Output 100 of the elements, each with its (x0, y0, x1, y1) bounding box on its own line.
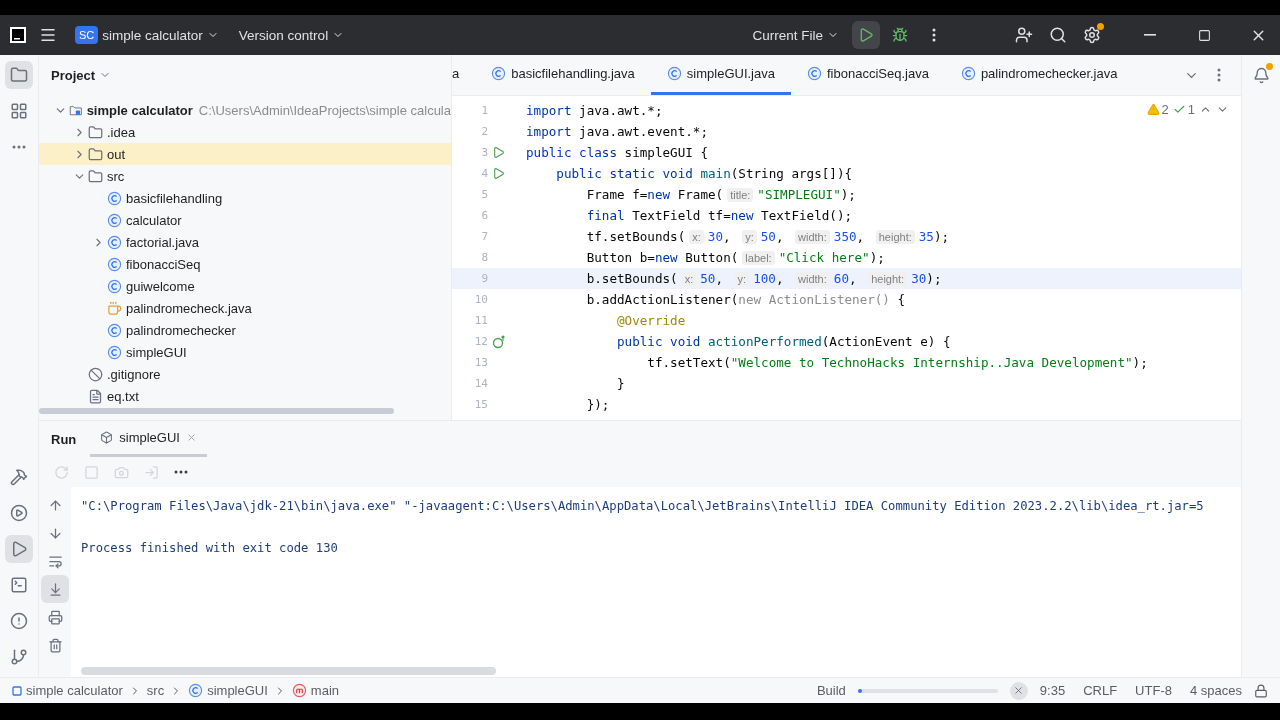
menu-icon (39, 26, 57, 44)
minimize-icon (1144, 34, 1156, 36)
tree-label: simpleGUI (126, 344, 187, 360)
tree-row[interactable]: guiwelcome (39, 275, 451, 297)
run-button[interactable] (852, 21, 880, 49)
tree-label: .gitignore (107, 366, 161, 382)
line-number: 12 (473, 335, 488, 348)
tree-row[interactable]: out (39, 143, 451, 165)
class-icon (806, 66, 822, 81)
line-ending[interactable]: CRLF (1077, 683, 1124, 698)
code-text: tf.setBounds( x: 30, y: 50, width: 350, height: 35); (585, 229, 950, 244)
tree-label: src (107, 168, 125, 184)
tree-label: fibonacciSeq (126, 256, 201, 272)
file-encoding[interactable]: UTF-8 (1129, 683, 1178, 698)
cup-icon (107, 300, 122, 316)
breadcrumb[interactable]: main (291, 683, 340, 698)
settings-icon (1083, 26, 1101, 44)
project-name: simple calculator (102, 27, 203, 43)
override-marker-icon[interactable] (492, 334, 506, 349)
project-path: C:\Users\Admin\IdeaProjects\simple calcula (198, 102, 451, 118)
editor-tab[interactable]: simpleGUI.java (650, 55, 791, 95)
folder-icon (10, 66, 28, 84)
line-number: 6 (480, 209, 488, 222)
project-selector[interactable]: SC simple calculator (68, 21, 226, 49)
run-gutter-icon[interactable] (492, 167, 505, 180)
code-text: @Override (616, 313, 686, 328)
panel-title[interactable]: Run (51, 421, 77, 457)
scroll-to-end-button[interactable] (41, 575, 69, 603)
line-number: 13 (473, 356, 488, 369)
tree-row[interactable]: simpleGUI (39, 341, 451, 363)
close-icon (1013, 685, 1025, 696)
code-text: b.setBounds( x: 50, y: 100, width: 60, height: 30); (585, 271, 942, 286)
caret-position[interactable]: 9:35 (1033, 683, 1072, 698)
code-text: b.addActionListener(new ActionListener() { (585, 292, 906, 307)
scrollbar[interactable] (39, 408, 394, 414)
tree-label: factorial.java (126, 234, 199, 250)
tree-row[interactable]: eq.txt (39, 385, 451, 407)
tree-row[interactable]: simple calculator C:\Users\Admin\IdeaProjects\simple calcula (39, 99, 451, 121)
text-file-icon (88, 388, 103, 404)
run-config-label: Current File (752, 27, 823, 43)
app-logo[interactable] (8, 25, 28, 45)
run-gutter-icon[interactable] (492, 146, 505, 159)
play-icon (858, 27, 874, 43)
run-button[interactable] (5, 535, 33, 563)
console-output: Process finished with exit code 130 (81, 541, 339, 557)
editor-tab[interactable]: palindromechecker.java (944, 55, 1134, 95)
folder-button[interactable] (5, 61, 33, 89)
run-config-selector[interactable]: Current File (745, 22, 846, 48)
module-icon (12, 685, 22, 696)
class-icon (107, 322, 122, 338)
structure-icon (10, 102, 28, 120)
print-icon (47, 609, 63, 625)
tree-row[interactable]: palindromechecker (39, 319, 451, 341)
editor-tab[interactable]: a (452, 55, 476, 95)
check-icon (1172, 103, 1186, 116)
lock-icon[interactable] (1254, 683, 1268, 698)
tree-row[interactable]: palindromecheck.java (39, 297, 451, 319)
class-icon (188, 683, 204, 698)
tree-row[interactable]: .idea (39, 121, 451, 143)
code-text: import java.awt.*; (526, 103, 663, 118)
tree-row[interactable]: src (39, 165, 451, 187)
close-icon[interactable] (185, 432, 197, 443)
bug-icon (892, 27, 908, 43)
tree-row[interactable]: .gitignore (39, 363, 451, 385)
code-text: tf.setText("Welcome to TechnoHacks Internship..Java Development"); (646, 355, 1148, 370)
line-number: 2 (480, 125, 488, 138)
breadcrumb[interactable]: simpleGUI (188, 683, 268, 698)
tree-row[interactable]: calculator (39, 209, 451, 231)
more-icon (1217, 68, 1221, 82)
editor-tab[interactable]: basicfilehandling.java (475, 55, 651, 95)
tree-label: .idea (107, 124, 136, 140)
code-text: public class simpleGUI { (526, 145, 708, 160)
code-text: final TextField tf=new TextField(); (585, 208, 853, 223)
class-icon (107, 256, 122, 272)
box-icon (100, 431, 114, 444)
class-icon (107, 278, 122, 294)
line-number: 14 (473, 377, 488, 390)
warnings-count[interactable]: 2 (1146, 102, 1169, 117)
code-text: import java.awt.event.*; (526, 124, 708, 139)
breadcrumb[interactable]: src (146, 683, 165, 698)
editor-tab[interactable]: fibonacciSeq.java (790, 55, 945, 95)
line-number: 3 (480, 146, 488, 159)
cancel-button[interactable] (1009, 681, 1028, 700)
tree-row[interactable]: factorial.java (39, 231, 451, 253)
scrollbar[interactable] (81, 667, 496, 675)
ignored-file-icon (88, 366, 103, 382)
typos-count[interactable]: 1 (1172, 102, 1195, 117)
code-text: Frame f=new Frame( title: "SIMPLEGUI"); (585, 187, 856, 202)
class-icon (107, 212, 122, 228)
breadcrumb[interactable]: simple calculator (12, 683, 123, 698)
run-tab[interactable]: simpleGUI (90, 421, 207, 457)
tree-row[interactable]: basicfilehandling (39, 187, 451, 209)
tree-row[interactable]: fibonacciSeq (39, 253, 451, 275)
panel-title[interactable]: Project (51, 67, 96, 83)
indent-setting[interactable]: 4 spaces (1183, 683, 1248, 698)
tree-label: eq.txt (107, 388, 139, 404)
vcs-selector[interactable]: Version control (231, 22, 352, 48)
line-number: 7 (480, 230, 488, 243)
tree-label: simple calculator (86, 102, 193, 118)
hammer-icon (10, 468, 28, 486)
